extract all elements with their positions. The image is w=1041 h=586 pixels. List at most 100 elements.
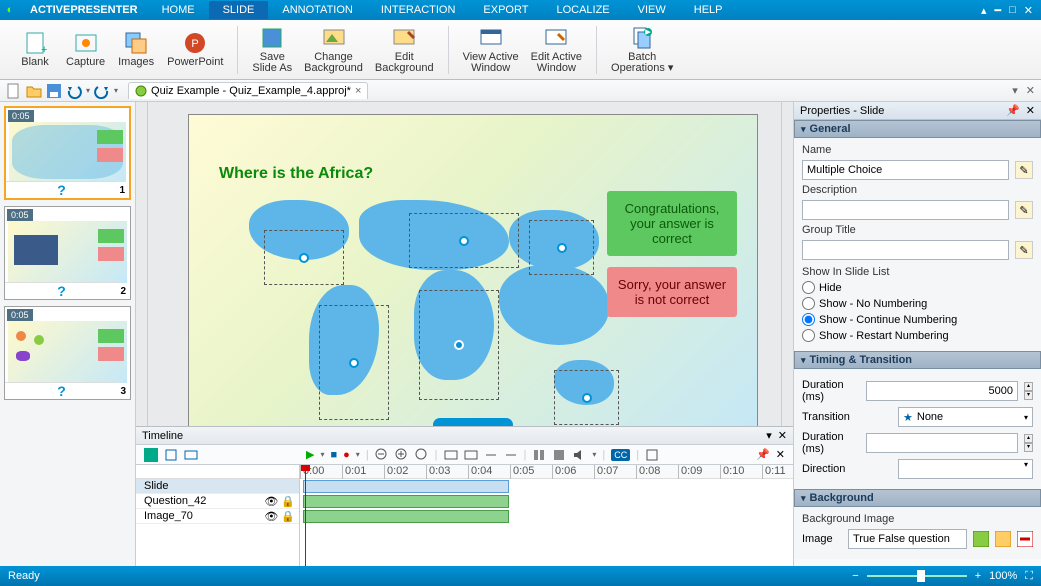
thumbnail-1[interactable]: 0:05 ? 1 — [4, 106, 131, 200]
props-group-timing[interactable]: Timing & Transition — [794, 351, 1041, 369]
ribbon-blank[interactable]: +Blank — [10, 22, 60, 78]
open-icon[interactable] — [26, 83, 42, 99]
ribbon-edit-active-window[interactable]: Edit Active Window — [525, 22, 588, 78]
timeline-ruler[interactable]: 0:00 0:01 0:02 0:03 0:04 0:05 0:06 0:07 … — [300, 465, 793, 479]
track-row[interactable]: Image_70👁🔒 — [136, 509, 299, 524]
tl-snap-icon[interactable] — [645, 448, 659, 462]
tl-add-icon[interactable] — [144, 448, 158, 462]
redo-dropdown-icon[interactable]: ▾ — [114, 86, 118, 95]
menu-interaction[interactable]: INTERACTION — [367, 1, 470, 19]
new-icon[interactable] — [6, 83, 22, 99]
image-remove-icon[interactable] — [1017, 531, 1033, 547]
slide-thumbnails[interactable]: 0:05 ? 1 0:05 ? 2 0:05 — [0, 102, 136, 566]
direction-select[interactable]: ▾ — [898, 459, 1033, 479]
undo-icon[interactable] — [66, 83, 82, 99]
timeline-tracks[interactable]: 0:00 0:01 0:02 0:03 0:04 0:05 0:06 0:07 … — [300, 465, 793, 566]
ribbon-images[interactable]: Images — [111, 22, 161, 78]
edit-icon[interactable]: ✎ — [1015, 161, 1033, 179]
tl-volume-icon[interactable] — [572, 448, 586, 462]
track-bar-image[interactable] — [303, 510, 509, 523]
radio-show-no-numbering[interactable]: Show - No Numbering — [802, 297, 1033, 310]
group-title-input[interactable] — [802, 240, 1009, 260]
minimize-icon[interactable]: ━ — [995, 4, 1002, 17]
vertical-scrollbar[interactable] — [781, 102, 793, 426]
duration-input[interactable] — [866, 381, 1018, 401]
tabs-close-icon[interactable]: ✕ — [1026, 84, 1035, 97]
props-close-icon[interactable]: ✕ — [1026, 104, 1035, 117]
ribbon-powerpoint[interactable]: PPowerPoint — [161, 22, 229, 78]
tl-close-icon[interactable]: ✕ — [776, 448, 785, 461]
menu-help[interactable]: HELP — [680, 1, 737, 19]
zoom-slider[interactable] — [867, 575, 967, 577]
feedback-incorrect[interactable]: Sorry, your answer is not correct — [607, 267, 737, 317]
tl-cc-icon[interactable]: CC — [611, 449, 630, 461]
track-row[interactable]: Slide — [136, 479, 299, 494]
menu-annotation[interactable]: ANNOTATION — [268, 1, 366, 19]
lock-icon[interactable]: 🔒 — [281, 495, 295, 508]
menu-export[interactable]: EXPORT — [469, 1, 542, 19]
zoom-in-button[interactable]: + — [975, 570, 981, 582]
duration-stepper[interactable]: ▴▾ — [1024, 382, 1033, 400]
zoom-fit-icon[interactable] — [415, 448, 429, 462]
menu-localize[interactable]: LOCALIZE — [542, 1, 623, 19]
tl-tool-4-icon[interactable] — [504, 448, 518, 462]
tl-layers-icon[interactable] — [164, 448, 178, 462]
track-bar-question[interactable] — [303, 495, 509, 508]
transition-duration-stepper[interactable]: ▴▾ — [1024, 434, 1033, 452]
record-icon[interactable]: ● — [343, 449, 350, 461]
thumbnail-2[interactable]: 0:05 ? 2 — [4, 206, 131, 300]
tl-pin-icon[interactable]: 📌 — [756, 448, 770, 461]
menu-home[interactable]: HOME — [148, 1, 209, 19]
radio-show-continue-numbering[interactable]: Show - Continue Numbering — [802, 313, 1033, 326]
name-input[interactable] — [802, 160, 1009, 180]
ribbon-capture[interactable]: Capture — [60, 22, 111, 78]
track-row[interactable]: Question_42👁🔒 — [136, 494, 299, 509]
file-tab[interactable]: Quiz Example - Quiz_Example_4.approj* × — [128, 82, 368, 99]
menu-slide[interactable]: SLIDE — [209, 1, 269, 19]
feedback-correct[interactable]: Congratulations, your answer is correct — [607, 191, 737, 256]
tl-tool-1-icon[interactable] — [444, 448, 458, 462]
tl-split-icon[interactable] — [532, 448, 546, 462]
timeline-dropdown-icon[interactable]: ▾ — [766, 429, 772, 442]
maximize-icon[interactable]: □ — [1009, 4, 1016, 17]
ribbon-view-active-window[interactable]: View Active Window — [457, 22, 525, 78]
playhead[interactable] — [305, 465, 306, 566]
tl-tool-3-icon[interactable] — [484, 448, 498, 462]
undo-dropdown-icon[interactable]: ▾ — [86, 86, 90, 95]
zoom-out-icon[interactable] — [375, 448, 389, 462]
image-edit-icon[interactable] — [995, 531, 1011, 547]
thumbnail-3[interactable]: 0:05 ? 3 — [4, 306, 131, 400]
play-icon[interactable]: ▶ — [306, 448, 314, 461]
ribbon-edit-background[interactable]: Edit Background — [369, 22, 440, 78]
tabs-dropdown-icon[interactable]: ▾ — [1008, 84, 1022, 97]
close-icon[interactable]: ✕ — [1024, 4, 1033, 17]
edit-icon[interactable]: ✎ — [1015, 241, 1033, 259]
submit-button[interactable] — [433, 418, 513, 426]
props-group-background[interactable]: Background — [794, 489, 1041, 507]
radio-show-restart-numbering[interactable]: Show - Restart Numbering — [802, 329, 1033, 342]
slide-canvas[interactable]: Where is the Africa? Cong — [188, 114, 758, 426]
tl-join-icon[interactable] — [552, 448, 566, 462]
transition-select[interactable]: ★ None ▾ — [898, 407, 1033, 427]
ribbon-batch-operations[interactable]: ▸Batch Operations ▾ — [605, 22, 679, 78]
canvas-area[interactable]: Where is the Africa? Cong — [136, 102, 793, 426]
ribbon-save-slide-as[interactable]: Save Slide As — [246, 22, 298, 78]
lock-icon[interactable]: 🔒 — [281, 510, 295, 523]
redo-icon[interactable] — [94, 83, 110, 99]
zoom-out-button[interactable]: − — [852, 570, 858, 582]
props-group-general[interactable]: General — [794, 120, 1041, 138]
file-tab-close-icon[interactable]: × — [355, 85, 361, 97]
stop-icon[interactable]: ■ — [330, 449, 337, 461]
props-pin-icon[interactable]: 📌 — [1006, 104, 1020, 117]
description-input[interactable] — [802, 200, 1009, 220]
image-select[interactable]: True False question — [848, 529, 967, 549]
zoom-in-icon[interactable] — [395, 448, 409, 462]
zoom-fit-icon[interactable]: ⛶ — [1025, 570, 1033, 583]
timeline-close-icon[interactable]: ✕ — [778, 429, 787, 442]
tl-tool-2-icon[interactable] — [464, 448, 478, 462]
track-bar-slide[interactable] — [303, 480, 509, 493]
transition-duration-input[interactable] — [866, 433, 1018, 453]
save-icon[interactable] — [46, 83, 62, 99]
edit-icon[interactable]: ✎ — [1015, 201, 1033, 219]
image-picker-icon[interactable] — [973, 531, 989, 547]
